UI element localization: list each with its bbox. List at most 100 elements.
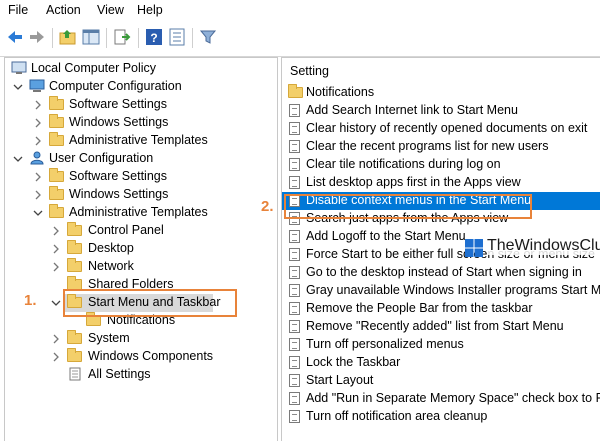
chevron-right-icon[interactable] <box>51 352 61 362</box>
menu-file[interactable]: File <box>8 3 28 17</box>
tree-item-uc-windows-settings[interactable]: Windows Settings <box>5 186 277 204</box>
setting-row[interactable]: Clear tile notifications during log on <box>282 156 600 174</box>
tree-item-cc-windows-settings[interactable]: Windows Settings <box>5 114 277 132</box>
policy-setting-icon <box>289 302 300 315</box>
toolbar-separator <box>138 28 139 48</box>
chevron-right-icon[interactable] <box>33 118 43 128</box>
tree-label: Local Computer Policy <box>31 61 157 75</box>
tree-item-cc-administrative-templates[interactable]: Administrative Templates <box>5 132 277 150</box>
setting-row[interactable]: List desktop apps first in the Apps view <box>282 174 600 192</box>
tree-label: Control Panel <box>88 223 164 237</box>
setting-row[interactable]: Turn off personalized menus <box>282 336 600 354</box>
setting-row[interactable]: Add Search Internet link to Start Menu <box>282 102 600 120</box>
watermark-text: TheWindowsClub <box>487 237 600 255</box>
setting-row[interactable]: Remove "Recently added" list from Start … <box>282 318 600 336</box>
setting-label: Clear tile notifications during log on <box>306 157 501 171</box>
folder-icon <box>67 258 82 272</box>
policy-setting-icon <box>289 158 300 171</box>
tree-item-local-computer-policy[interactable]: Local Computer Policy <box>5 60 277 78</box>
menu-action[interactable]: Action <box>46 3 81 17</box>
step2-highlight-box <box>284 194 532 219</box>
policy-setting-icon <box>289 392 300 405</box>
chevron-right-icon[interactable] <box>33 136 43 146</box>
tree-label: All Settings <box>88 367 151 381</box>
chevron-right-icon[interactable] <box>51 226 61 236</box>
policy-setting-icon <box>289 176 300 189</box>
setting-row[interactable]: Start Layout <box>282 372 600 390</box>
policy-setting-icon <box>289 338 300 351</box>
tree-label: Administrative Templates <box>69 205 208 219</box>
chevron-down-icon[interactable] <box>33 208 43 218</box>
tree-item-network[interactable]: Network <box>5 258 277 276</box>
setting-label: Clear history of recently opened documen… <box>306 121 588 135</box>
tree-label: System <box>88 331 130 345</box>
policy-setting-icon <box>289 140 300 153</box>
tree-item-user-configuration[interactable]: User Configuration <box>5 150 277 168</box>
chevron-right-icon[interactable] <box>51 334 61 344</box>
back-arrow-icon[interactable] <box>6 28 24 46</box>
toolbar-separator <box>106 28 107 48</box>
tree-label: Software Settings <box>69 169 167 183</box>
setting-row[interactable]: Go to the desktop instead of Start when … <box>282 264 600 282</box>
tree-label: Windows Settings <box>69 187 169 201</box>
chevron-right-icon[interactable] <box>33 190 43 200</box>
setting-row[interactable]: Remove the People Bar from the taskbar <box>282 300 600 318</box>
tree-label: Desktop <box>88 241 134 255</box>
setting-row[interactable]: Gray unavailable Windows Installer progr… <box>282 282 600 300</box>
setting-label: Turn off personalized menus <box>306 337 464 351</box>
setting-label: Turn off notification area cleanup <box>306 409 488 423</box>
chevron-down-icon[interactable] <box>51 298 61 308</box>
menu-help[interactable]: Help <box>137 3 163 17</box>
setting-row[interactable]: Clear the recent programs list for new u… <box>282 138 600 156</box>
chevron-right-icon[interactable] <box>51 262 61 272</box>
settings-folder-notifications[interactable]: Notifications <box>282 84 600 102</box>
watermark: TheWindowsClub <box>464 236 600 260</box>
tree-item-desktop[interactable]: Desktop <box>5 240 277 258</box>
tree-item-control-panel[interactable]: Control Panel <box>5 222 277 240</box>
filter-icon[interactable] <box>199 28 217 46</box>
help-icon[interactable]: ? <box>145 28 163 46</box>
folder-icon <box>67 330 82 344</box>
policy-setting-icon <box>289 266 300 279</box>
user-icon <box>30 151 44 165</box>
chevron-down-icon[interactable] <box>13 82 23 92</box>
setting-label: Start Layout <box>306 373 374 387</box>
tree-item-windows-components[interactable]: Windows Components <box>5 348 277 366</box>
setting-label: Add Search Internet link to Start Menu <box>306 103 518 117</box>
tree-item-system[interactable]: System <box>5 330 277 348</box>
chevron-right-icon[interactable] <box>33 100 43 110</box>
chevron-down-icon[interactable] <box>13 154 23 164</box>
folder-icon <box>49 132 64 146</box>
tree-item-cc-software-settings[interactable]: Software Settings <box>5 96 277 114</box>
folder-icon <box>49 168 64 182</box>
computer-icon <box>29 79 45 92</box>
properties-icon[interactable] <box>168 28 186 46</box>
setting-row[interactable]: Clear history of recently opened documen… <box>282 120 600 138</box>
chevron-right-icon[interactable] <box>51 244 61 254</box>
setting-row[interactable]: Turn off notification area cleanup <box>282 408 600 426</box>
tree-item-computer-configuration[interactable]: Computer Configuration <box>5 78 277 96</box>
setting-label: Clear the recent programs list for new u… <box>306 139 549 153</box>
tree-item-all-settings[interactable]: All Settings <box>5 366 277 384</box>
forward-arrow-icon[interactable] <box>28 28 46 46</box>
setting-row[interactable]: Add "Run in Separate Memory Space" check… <box>282 390 600 408</box>
setting-label: Notifications <box>306 85 375 99</box>
chevron-right-icon[interactable] <box>33 172 43 182</box>
menu-view[interactable]: View <box>97 3 124 17</box>
setting-label: Remove the People Bar from the taskbar <box>306 301 533 315</box>
export-list-icon[interactable] <box>113 28 131 46</box>
show-hide-tree-icon[interactable] <box>82 28 100 46</box>
column-header-setting[interactable]: Setting <box>290 64 329 78</box>
setting-label: Add "Run in Separate Memory Space" check… <box>306 391 600 405</box>
folder-icon <box>67 222 82 236</box>
tree-label: Software Settings <box>69 97 167 111</box>
step1-label: 1. <box>24 292 37 309</box>
folder-icon <box>49 186 64 200</box>
tree-item-uc-administrative-templates[interactable]: Administrative Templates <box>5 204 277 222</box>
step2-label: 2. <box>261 198 274 215</box>
up-folder-icon[interactable] <box>59 28 77 46</box>
setting-row[interactable]: Lock the Taskbar <box>282 354 600 372</box>
policy-setting-icon <box>289 248 300 261</box>
toolbar-separator <box>52 28 53 48</box>
tree-item-uc-software-settings[interactable]: Software Settings <box>5 168 277 186</box>
